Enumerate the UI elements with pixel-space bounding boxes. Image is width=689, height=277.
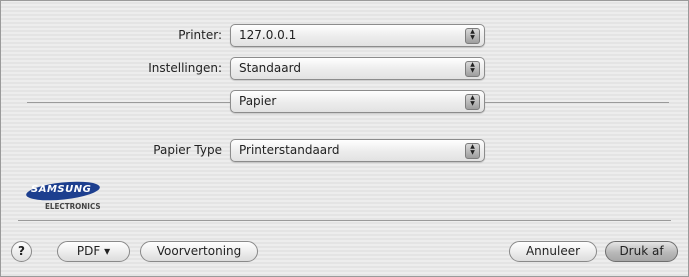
paper-type-label: Papier Type	[153, 143, 222, 157]
presets-popup[interactable]: Standaard ▲ ▼	[230, 57, 485, 80]
popup-arrows-icon: ▲ ▼	[465, 94, 480, 110]
paper-type-value: Printerstandaard	[239, 143, 340, 157]
bottom-separator	[18, 220, 671, 221]
logo-subtitle: ELECTRONICS	[45, 202, 101, 211]
paper-type-row: Papier Type Printerstandaard ▲ ▼	[1, 139, 688, 163]
popup-arrows-icon: ▲ ▼	[465, 28, 480, 44]
divider-left	[27, 102, 230, 103]
panel-value: Papier	[239, 94, 277, 108]
presets-label: Instellingen:	[148, 61, 222, 75]
paper-type-popup[interactable]: Printerstandaard ▲ ▼	[230, 139, 485, 162]
panel-popup[interactable]: Papier ▲ ▼	[230, 90, 485, 113]
help-button[interactable]: ?	[11, 241, 32, 262]
panel-row: Papier ▲ ▼	[1, 90, 688, 114]
popup-arrows-icon: ▲ ▼	[465, 61, 480, 77]
cancel-button[interactable]: Annuleer	[509, 241, 597, 262]
samsung-logo: SAMSUNG ELECTRONICS	[25, 179, 145, 219]
printer-value: 127.0.0.1	[239, 28, 297, 42]
preview-button[interactable]: Voorvertoning	[140, 241, 258, 262]
logo-brand: SAMSUNG	[31, 184, 92, 195]
print-button[interactable]: Druk af	[605, 241, 678, 262]
presets-value: Standaard	[239, 61, 301, 75]
pdf-button[interactable]: PDF ▾	[57, 241, 130, 262]
presets-row: Instellingen: Standaard ▲ ▼	[1, 57, 688, 81]
printer-popup[interactable]: 127.0.0.1 ▲ ▼	[230, 24, 485, 47]
print-dialog: Printer: 127.0.0.1 ▲ ▼ Instellingen: Stan…	[0, 0, 689, 277]
printer-label: Printer:	[178, 28, 222, 42]
divider-right	[485, 102, 669, 103]
popup-arrows-icon: ▲ ▼	[465, 143, 480, 159]
printer-row: Printer: 127.0.0.1 ▲ ▼	[1, 24, 688, 48]
